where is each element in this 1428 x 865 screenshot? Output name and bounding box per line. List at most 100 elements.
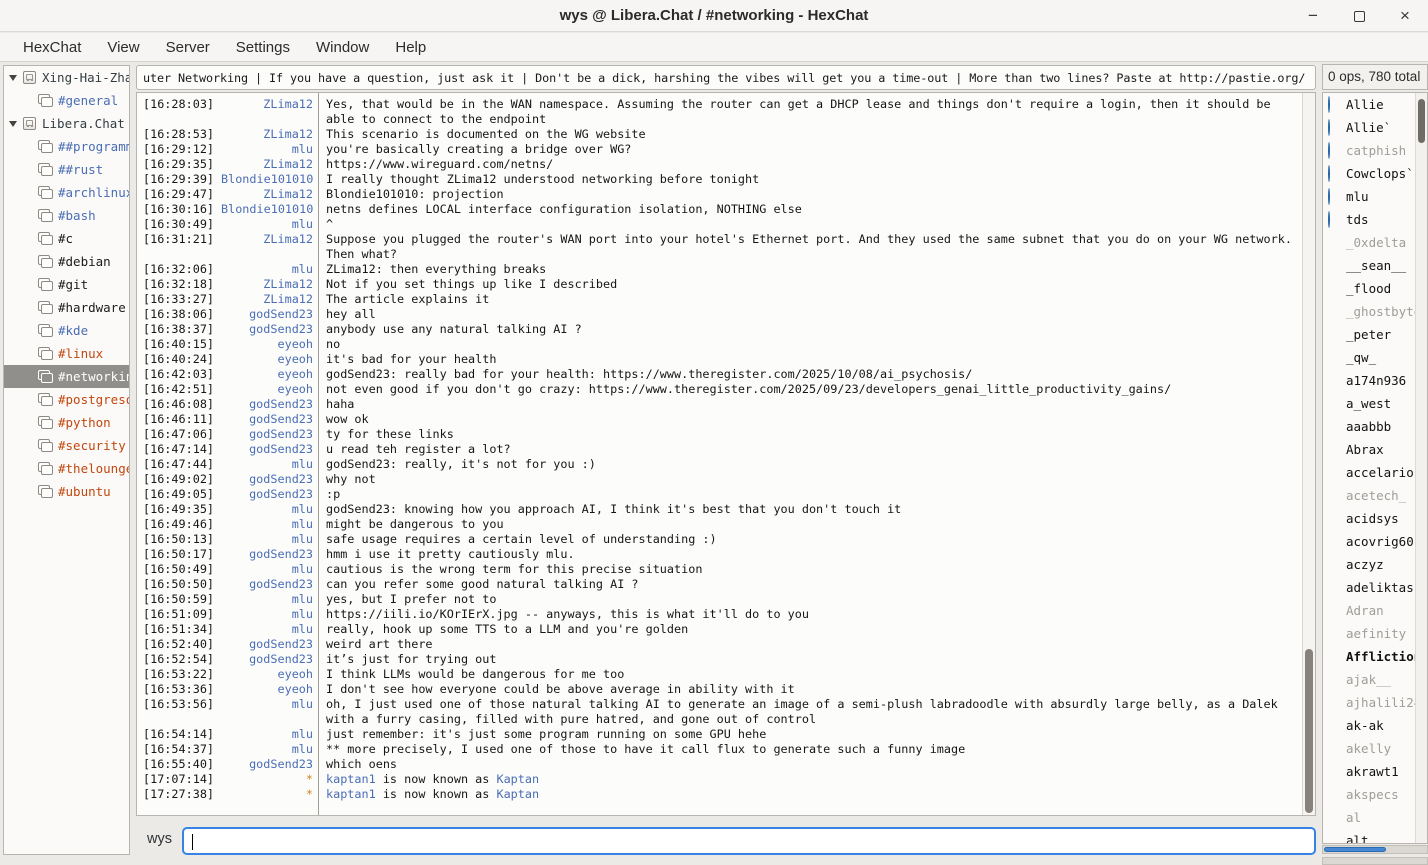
user-item[interactable]: aczyz xyxy=(1323,553,1427,576)
user-item[interactable]: Affliction xyxy=(1323,645,1427,668)
nick[interactable]: godSend23 xyxy=(221,637,313,652)
userlist-hscrollbar-thumb[interactable] xyxy=(1324,847,1386,852)
user-item[interactable]: _qw_ xyxy=(1323,346,1427,369)
user-item[interactable]: mlu xyxy=(1323,185,1427,208)
nick[interactable]: godSend23 xyxy=(221,547,313,562)
nick[interactable]: godSend23 xyxy=(221,322,313,337)
expander-icon[interactable] xyxy=(9,75,17,81)
nick[interactable]: ZLima12 xyxy=(221,277,313,292)
minimize-button[interactable]: − xyxy=(1302,5,1324,27)
nick[interactable]: godSend23 xyxy=(221,412,313,427)
nick[interactable]: mlu xyxy=(221,562,313,577)
menu-window[interactable]: Window xyxy=(303,33,382,62)
nick[interactable]: ZLima12 xyxy=(221,232,313,262)
user-item[interactable]: __sean__ xyxy=(1323,254,1427,277)
tree-row--rust[interactable]: ##rust xyxy=(4,158,129,181)
message-input[interactable] xyxy=(182,827,1316,855)
user-item[interactable]: ak-ak xyxy=(1323,714,1427,737)
tree-row--programming[interactable]: ##programming xyxy=(4,135,129,158)
nick[interactable]: eyeoh xyxy=(221,682,313,697)
tree-row--general[interactable]: #general xyxy=(4,89,129,112)
user-item[interactable]: aaabbb xyxy=(1323,415,1427,438)
nick[interactable]: ZLima12 xyxy=(221,187,313,202)
user-item[interactable]: acidsys xyxy=(1323,507,1427,530)
user-item[interactable]: a_west xyxy=(1323,392,1427,415)
user-item[interactable]: alt xyxy=(1323,829,1427,844)
tree-row--ubuntu[interactable]: #ubuntu xyxy=(4,480,129,503)
tree-row--postgresql[interactable]: #postgresql xyxy=(4,388,129,411)
user-item[interactable]: Cowclops` xyxy=(1323,162,1427,185)
nick[interactable]: mlu xyxy=(221,217,313,232)
chat-scrollbar-thumb[interactable] xyxy=(1305,649,1313,813)
nick[interactable]: godSend23 xyxy=(221,757,313,772)
nick[interactable]: mlu xyxy=(221,532,313,547)
userlist-hscrollbar[interactable] xyxy=(1322,845,1428,854)
event-star[interactable]: * xyxy=(221,787,313,802)
tree-row--security[interactable]: #security xyxy=(4,434,129,457)
user-item[interactable]: _0xdelta xyxy=(1323,231,1427,254)
tree-row--debian[interactable]: #debian xyxy=(4,250,129,273)
menu-server[interactable]: Server xyxy=(153,33,223,62)
maximize-button[interactable] xyxy=(1348,5,1370,27)
nick[interactable]: Blondie101010 xyxy=(221,202,313,217)
user-item[interactable]: _ghostbyte xyxy=(1323,300,1427,323)
nick[interactable]: godSend23 xyxy=(221,442,313,457)
nick[interactable]: mlu xyxy=(221,727,313,742)
user-item[interactable]: Adran xyxy=(1323,599,1427,622)
nick[interactable]: mlu xyxy=(221,262,313,277)
user-item[interactable]: aefinity xyxy=(1323,622,1427,645)
user-item[interactable]: ajhalili2410 xyxy=(1323,691,1427,714)
nick[interactable]: eyeoh xyxy=(221,382,313,397)
tree-row--linux[interactable]: #linux xyxy=(4,342,129,365)
user-item[interactable]: akspecs xyxy=(1323,783,1427,806)
nick[interactable]: mlu xyxy=(221,622,313,637)
user-item[interactable]: Abrax xyxy=(1323,438,1427,461)
nick[interactable]: mlu xyxy=(221,142,313,157)
nick[interactable]: eyeoh xyxy=(221,352,313,367)
nick[interactable]: godSend23 xyxy=(221,472,313,487)
nick[interactable]: mlu xyxy=(221,457,313,472)
tree-row--kde[interactable]: #kde xyxy=(4,319,129,342)
nick[interactable]: ZLima12 xyxy=(221,157,313,172)
user-item[interactable]: ajak__ xyxy=(1323,668,1427,691)
tree-row--networking[interactable]: #networking xyxy=(4,365,129,388)
user-item[interactable]: tds xyxy=(1323,208,1427,231)
menu-view[interactable]: View xyxy=(94,33,152,62)
user-item[interactable]: acetech_ xyxy=(1323,484,1427,507)
nick[interactable]: ZLima12 xyxy=(221,97,313,127)
tree-row-xing-hai-zhang[interactable]: Xing-Hai-Zhang xyxy=(4,66,129,89)
tree-row--thelounge[interactable]: #thelounge xyxy=(4,457,129,480)
menu-settings[interactable]: Settings xyxy=(223,33,303,62)
nick[interactable]: mlu xyxy=(221,697,313,727)
nick[interactable]: Blondie101010 xyxy=(221,172,313,187)
tree-row-libera-chat[interactable]: Libera.Chat xyxy=(4,112,129,135)
topic-entry[interactable]: uter Networking | If you have a question… xyxy=(136,65,1316,90)
nick[interactable]: eyeoh xyxy=(221,667,313,682)
user-item[interactable]: accelario xyxy=(1323,461,1427,484)
nick[interactable]: eyeoh xyxy=(221,337,313,352)
user-item[interactable]: _peter xyxy=(1323,323,1427,346)
user-item[interactable]: akelly xyxy=(1323,737,1427,760)
chat-scrollbar[interactable] xyxy=(1302,93,1315,815)
nick[interactable]: mlu xyxy=(221,502,313,517)
tree-row--c[interactable]: #c xyxy=(4,227,129,250)
tree-row--hardware[interactable]: #hardware xyxy=(4,296,129,319)
user-item[interactable]: adeliktas xyxy=(1323,576,1427,599)
user-item[interactable]: a174n936 xyxy=(1323,369,1427,392)
nick[interactable]: mlu xyxy=(221,517,313,532)
menu-hexchat[interactable]: HexChat xyxy=(10,33,94,62)
nick[interactable]: ZLima12 xyxy=(221,292,313,307)
bottom-hscrollbar[interactable] xyxy=(1322,857,1428,865)
nick[interactable]: eyeoh xyxy=(221,367,313,382)
user-item[interactable]: catphish xyxy=(1323,139,1427,162)
tree-row--git[interactable]: #git xyxy=(4,273,129,296)
user-item[interactable]: al xyxy=(1323,806,1427,829)
userlist-scrollbar-thumb[interactable] xyxy=(1418,99,1425,143)
tree-row--python[interactable]: #python xyxy=(4,411,129,434)
nick[interactable]: godSend23 xyxy=(221,397,313,412)
close-button[interactable]: × xyxy=(1394,5,1416,27)
expander-icon[interactable] xyxy=(9,121,17,127)
nick[interactable]: godSend23 xyxy=(221,427,313,442)
nick[interactable]: mlu xyxy=(221,592,313,607)
nick[interactable]: mlu xyxy=(221,742,313,757)
